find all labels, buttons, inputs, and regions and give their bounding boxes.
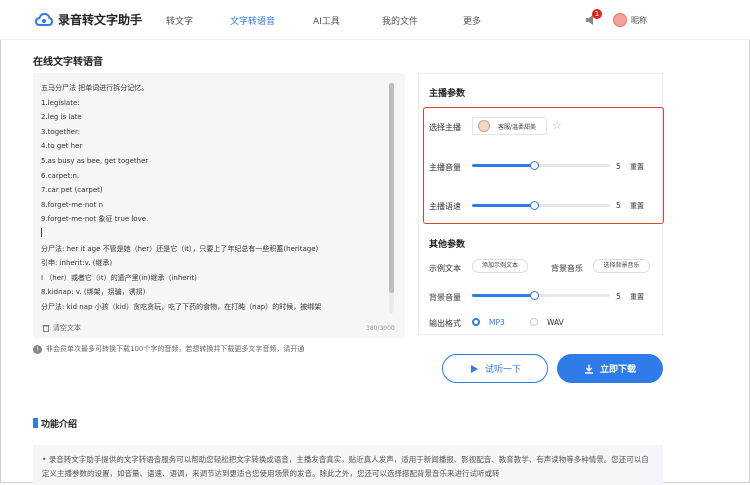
- clear-text-button[interactable]: 清空文本: [42, 323, 81, 333]
- nav-transcribe[interactable]: 转文字: [166, 14, 193, 27]
- format-wav-label[interactable]: WAV: [547, 318, 564, 327]
- bg-volume-knob[interactable]: [530, 291, 539, 300]
- editor-scroll-thumb[interactable]: [389, 83, 394, 293]
- other-params-title: 其他参数: [429, 240, 466, 250]
- char-counter: 380/3000: [366, 325, 395, 332]
- intro-text: • 录音转文字助手提供的文字转语音服务可以帮助您轻松把文字转换成语音，主播发音真…: [42, 455, 649, 478]
- user-nickname[interactable]: 昵称: [631, 15, 647, 26]
- anchor-speed-label: 主播语速: [429, 202, 461, 211]
- editor-line: 分尸法: kid nap 小孩（kid）贪吃贪玩，吃了下药的食物，在打盹（nap…: [41, 302, 322, 311]
- download-label: 立即下载: [599, 365, 636, 375]
- nav-more[interactable]: 更多: [463, 14, 481, 27]
- nav-text-to-speech[interactable]: 文字转语音: [230, 14, 275, 27]
- anchor-name: 客服/温柔甜美: [498, 124, 537, 131]
- sample-text-label: 示例文本: [429, 264, 461, 273]
- top-header: 录音转文字助手 转文字 文字转语音 AI工具 我的文件 更多 1 昵称: [0, 0, 750, 40]
- editor-line: 五马分尸法 把单词进行拆分记忆。: [41, 84, 149, 92]
- text-caret: [41, 228, 42, 237]
- format-mp3-label[interactable]: MP3: [489, 318, 505, 327]
- bg-music-label: 背景音乐: [551, 264, 583, 273]
- anchor-speed-reset[interactable]: 重置: [630, 201, 644, 211]
- bg-volume-value: 5: [616, 292, 621, 301]
- member-notice: ! 非会员单次最多可转换下载100个字的音频，若想转换并下载更多文字音频，请开通: [33, 344, 304, 354]
- editor-line: 2.leg is late: [41, 113, 82, 122]
- section-accent-bar: [33, 418, 38, 428]
- editor-line: 4.to get her: [41, 142, 83, 151]
- cloud-logo-icon: [35, 12, 53, 26]
- editor-line: 3.together:: [41, 127, 81, 136]
- editor-line: 8.forget-me-not n: [41, 200, 103, 209]
- format-mp3-radio[interactable]: [472, 318, 480, 326]
- notice-text: 非会员单次最多可转换下载100个字的音频，若想转换并下载更多文字音频，请开通: [46, 345, 305, 353]
- try-listen-button[interactable]: 试听一下: [442, 354, 548, 383]
- select-bg-music-button[interactable]: 选择背景音乐: [593, 259, 650, 273]
- bg-volume-label: 背景音量: [429, 293, 461, 302]
- download-icon: [584, 364, 593, 374]
- intro-title: 功能介绍: [41, 420, 78, 430]
- bg-volume-reset[interactable]: 重置: [630, 292, 644, 302]
- output-format-label: 输出格式: [429, 319, 461, 328]
- editor-line: 8.kidnap: v. (绑架，拐骗，诱拐): [41, 288, 146, 297]
- app-title[interactable]: 录音转文字助手: [58, 11, 142, 28]
- play-icon: [470, 364, 478, 373]
- editor-line: 6.carpet:n.: [41, 171, 80, 180]
- intro-body: 录音转文字助手提供的文字转语音服务可以帮助您轻松把文字转换成语音，主播发音真实，…: [42, 455, 649, 478]
- select-anchor-label: 选择主播: [429, 123, 461, 132]
- anchor-volume-value: 5: [616, 162, 621, 171]
- favorite-star-icon[interactable]: ☆: [552, 119, 562, 132]
- anchor-volume-fill: [472, 164, 534, 167]
- anchor-avatar: [478, 120, 490, 132]
- editor-line: 引申: inherit:v. (继承): [41, 259, 113, 268]
- editor-line: 9.forget-me-not 象征 true love.: [41, 215, 149, 224]
- anchor-speed-value: 5: [616, 201, 621, 210]
- user-avatar[interactable]: [613, 13, 627, 27]
- notification-badge: 1: [592, 9, 602, 19]
- nav-ai-tools[interactable]: AI工具: [313, 14, 340, 27]
- anchor-params-title: 主播参数: [429, 89, 466, 99]
- editor-line: 5.as busy as bee, get together: [41, 156, 149, 165]
- add-sample-text-button[interactable]: 添加示例文本: [472, 259, 528, 273]
- trash-icon: [42, 325, 50, 332]
- anchor-speed-fill: [472, 204, 534, 207]
- page-title: 在线文字转语音: [33, 57, 103, 68]
- editor-line: 分尸法: her it age 不管是她（her）还是它（it），只要上了年纪总…: [41, 244, 319, 253]
- editor-line: 7.car pet (carpet): [41, 186, 103, 195]
- info-icon: !: [33, 344, 42, 354]
- anchor-volume-label: 主播音量: [429, 163, 461, 172]
- anchor-volume-knob[interactable]: [530, 161, 539, 170]
- try-listen-label: 试听一下: [484, 365, 521, 375]
- download-button[interactable]: 立即下载: [557, 354, 663, 383]
- format-wav-radio[interactable]: [530, 318, 538, 326]
- anchor-speed-knob[interactable]: [530, 201, 539, 210]
- editor-line: I （her）或者它（it）的遗产里(in)继承（inherit): [41, 273, 197, 282]
- anchor-volume-reset[interactable]: 重置: [630, 162, 644, 172]
- select-anchor-button[interactable]: 客服/温柔甜美: [472, 117, 547, 135]
- nav-my-files[interactable]: 我的文件: [382, 14, 418, 27]
- editor-line: 1.legislate:: [41, 98, 80, 107]
- clear-text-label: 清空文本: [53, 324, 81, 332]
- text-editor[interactable]: 五马分尸法 把单词进行拆分记忆。 1.legislate: 2.leg is l…: [33, 73, 405, 338]
- bg-volume-fill: [472, 294, 534, 297]
- editor-lines: 五马分尸法 把单词进行拆分记忆。 1.legislate: 2.leg is l…: [41, 81, 386, 315]
